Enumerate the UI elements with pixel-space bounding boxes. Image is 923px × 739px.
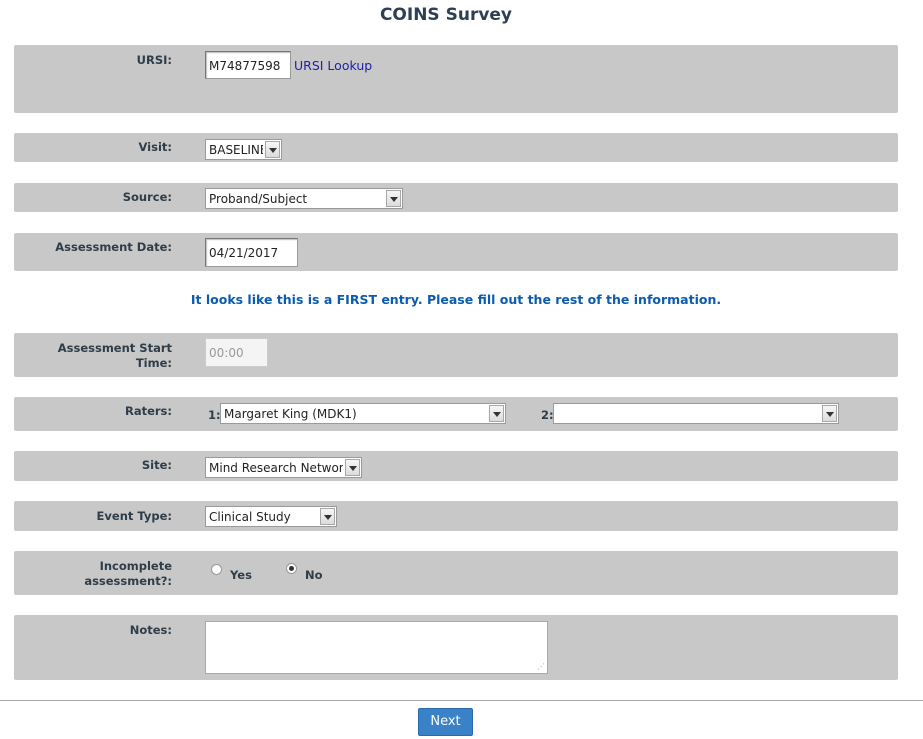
rater1-number: 1: <box>208 408 221 422</box>
event-type-label: Event Type: <box>96 509 172 523</box>
site-row: Site: Mind Research Network <box>14 451 898 481</box>
source-select[interactable]: Proband/Subject <box>205 188 403 209</box>
incomplete-no-label: No <box>305 568 323 582</box>
chevron-down-icon <box>822 405 837 422</box>
rater2-select[interactable] <box>553 403 839 424</box>
source-row: Source: Proband/Subject <box>14 183 898 212</box>
ursi-label: URSI: <box>136 53 172 67</box>
visit-label: Visit: <box>138 140 172 154</box>
incomplete-no-radio[interactable] <box>286 563 297 574</box>
site-label: Site: <box>141 458 172 472</box>
assessment-date-row: Assessment Date: 04/21/2017 <box>14 233 898 271</box>
next-button[interactable]: Next <box>418 708 473 736</box>
notes-textarea[interactable]: ⋰ <box>205 621 548 674</box>
chevron-down-icon <box>345 459 360 476</box>
incomplete-label: Incomplete assessment?: <box>14 559 172 589</box>
rater2-number: 2: <box>541 408 554 422</box>
assessment-date-input[interactable]: 04/21/2017 <box>205 238 298 267</box>
incomplete-label-line2: assessment?: <box>84 574 172 588</box>
incomplete-yes-radio[interactable] <box>211 564 222 575</box>
footer-divider <box>0 700 923 701</box>
chevron-down-icon <box>320 508 335 525</box>
first-entry-notice: It looks like this is a FIRST entry. Ple… <box>190 292 722 307</box>
ursi-row: URSI: M74877598 URSI Lookup <box>14 45 898 113</box>
notes-label: Notes: <box>129 623 172 637</box>
assessment-date-label: Assessment Date: <box>55 240 172 254</box>
notes-row: Notes: ⋰ <box>14 615 898 680</box>
start-time-label-line2: Time: <box>135 356 172 370</box>
source-select-value: Proband/Subject <box>209 192 308 206</box>
incomplete-row: Incomplete assessment?: Yes No <box>14 551 898 595</box>
raters-row: Raters: 1: Margaret King (MDK1) 2: <box>14 397 898 431</box>
chevron-down-icon <box>489 405 504 422</box>
incomplete-yes-label: Yes <box>230 568 252 582</box>
ursi-input[interactable]: M74877598 <box>205 51 291 79</box>
visit-row: Visit: BASELINE <box>14 133 898 162</box>
visit-select[interactable]: BASELINE <box>205 139 282 160</box>
site-select[interactable]: Mind Research Network <box>205 457 362 478</box>
rater1-select[interactable]: Margaret King (MDK1) <box>220 403 506 424</box>
start-time-row: Assessment Start Time: 00:00 <box>14 333 898 377</box>
visit-select-value: BASELINE <box>209 143 263 157</box>
raters-label: Raters: <box>124 404 172 418</box>
start-time-label: Assessment Start Time: <box>14 341 172 371</box>
resize-grip-icon[interactable]: ⋰ <box>537 663 545 671</box>
source-label: Source: <box>122 190 172 204</box>
site-select-value: Mind Research Network <box>209 461 343 475</box>
event-type-select[interactable]: Clinical Study <box>205 506 337 527</box>
event-type-select-value: Clinical Study <box>209 510 291 524</box>
chevron-down-icon <box>386 190 401 207</box>
rater1-select-value: Margaret King (MDK1) <box>224 407 357 421</box>
start-time-label-line1: Assessment Start <box>57 341 172 355</box>
event-type-row: Event Type: Clinical Study <box>14 501 898 531</box>
ursi-lookup-link[interactable]: URSI Lookup <box>294 58 372 73</box>
chevron-down-icon <box>265 141 280 158</box>
start-time-input[interactable]: 00:00 <box>205 338 268 367</box>
incomplete-label-line1: Incomplete <box>99 559 172 573</box>
page-title: COINS Survey <box>379 5 513 25</box>
